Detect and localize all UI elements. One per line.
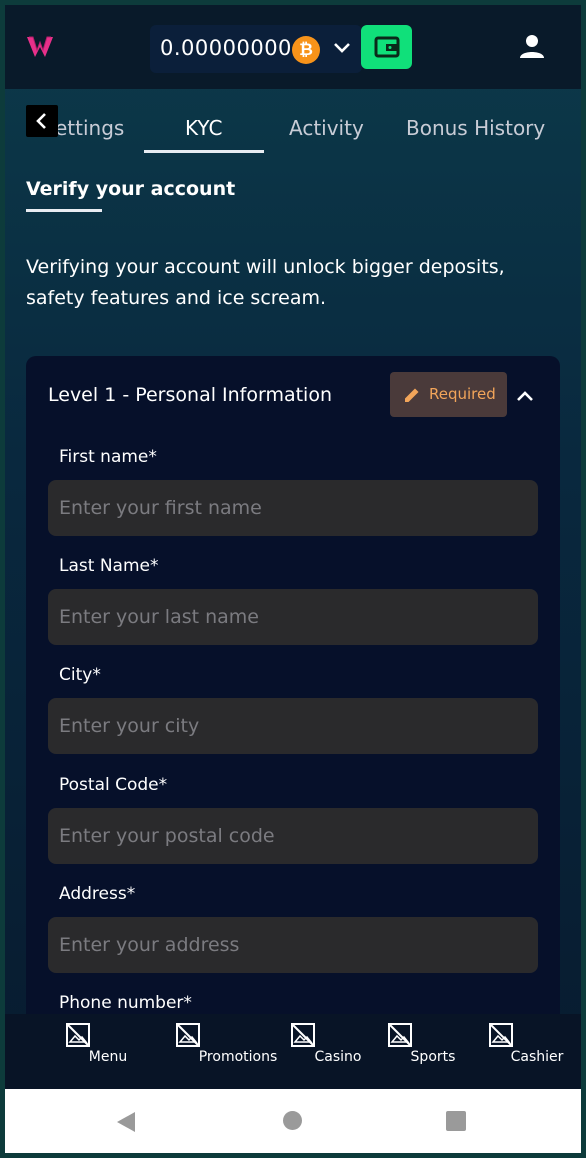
pencil-icon bbox=[405, 387, 420, 402]
tab-settings[interactable]: ettings bbox=[55, 116, 124, 140]
tab-bonus-history[interactable]: Bonus History bbox=[406, 116, 545, 140]
last-name-label: Last Name* bbox=[59, 556, 159, 576]
bottom-navigation: Menu Promotions Casino Sports Cashier bbox=[5, 1014, 581, 1089]
app-frame: 0.00000000 ₿ ettings KYC Activity Bonus … bbox=[5, 5, 581, 1153]
tabs-scroll-back-button[interactable] bbox=[26, 105, 58, 137]
broken-image-icon bbox=[176, 1023, 200, 1047]
wallet-icon bbox=[374, 36, 400, 58]
first-name-field[interactable] bbox=[48, 480, 538, 536]
status-badge: Required bbox=[390, 372, 507, 417]
chevron-left-icon bbox=[36, 113, 46, 129]
city-label: City* bbox=[59, 665, 101, 685]
address-label: Address* bbox=[59, 884, 136, 904]
tab-activity[interactable]: Activity bbox=[289, 116, 364, 140]
section-title-underline bbox=[26, 209, 102, 212]
broken-image-icon bbox=[489, 1023, 513, 1047]
first-name-label: First name* bbox=[59, 447, 157, 467]
nav-label: Menu bbox=[88, 1049, 128, 1065]
card-title: Level 1 - Personal Information bbox=[48, 384, 333, 406]
chevron-up-icon[interactable] bbox=[515, 389, 535, 403]
nav-item-menu[interactable]: Menu bbox=[48, 1014, 127, 1089]
wallet-button[interactable] bbox=[361, 25, 412, 69]
postal-code-label: Postal Code* bbox=[59, 775, 168, 795]
chevron-down-icon bbox=[334, 43, 350, 53]
user-icon[interactable] bbox=[519, 33, 545, 59]
balance-value: 0.00000000 bbox=[160, 36, 292, 60]
section-title: Verify your account bbox=[26, 178, 236, 200]
nav-item-casino[interactable]: Casino bbox=[268, 1014, 361, 1089]
nav-label: Cashier bbox=[510, 1049, 564, 1065]
tab-kyc[interactable]: KYC bbox=[185, 116, 223, 140]
postal-code-field[interactable] bbox=[48, 808, 538, 864]
brand-logo[interactable] bbox=[25, 31, 55, 61]
system-recents-icon[interactable] bbox=[446, 1111, 466, 1131]
broken-image-icon bbox=[291, 1023, 315, 1047]
active-tab-indicator bbox=[144, 150, 264, 153]
system-back-icon[interactable] bbox=[116, 1111, 136, 1133]
section-description: Verifying your account will unlock bigge… bbox=[26, 256, 505, 309]
nav-item-sports[interactable]: Sports bbox=[367, 1014, 455, 1089]
address-field[interactable] bbox=[48, 917, 538, 973]
broken-image-icon bbox=[66, 1023, 90, 1047]
bitcoin-icon: ₿ bbox=[292, 36, 320, 64]
top-header: 0.00000000 ₿ bbox=[5, 5, 581, 89]
balance-selector[interactable]: 0.00000000 ₿ bbox=[150, 25, 362, 73]
nav-item-cashier[interactable]: Cashier bbox=[465, 1014, 563, 1089]
phone-number-label: Phone number* bbox=[59, 993, 192, 1013]
kyc-level-card: Level 1 - Personal Information Required … bbox=[26, 356, 560, 1076]
nav-label: Casino bbox=[314, 1049, 362, 1065]
last-name-field[interactable] bbox=[48, 589, 538, 645]
broken-image-icon bbox=[388, 1023, 412, 1047]
city-field[interactable] bbox=[48, 698, 538, 754]
status-badge-label: Required bbox=[429, 385, 496, 403]
nav-label: Sports bbox=[410, 1049, 456, 1065]
system-home-icon[interactable] bbox=[283, 1111, 302, 1130]
system-navigation-bar bbox=[5, 1089, 581, 1153]
nav-item-promotions[interactable]: Promotions bbox=[138, 1014, 277, 1089]
